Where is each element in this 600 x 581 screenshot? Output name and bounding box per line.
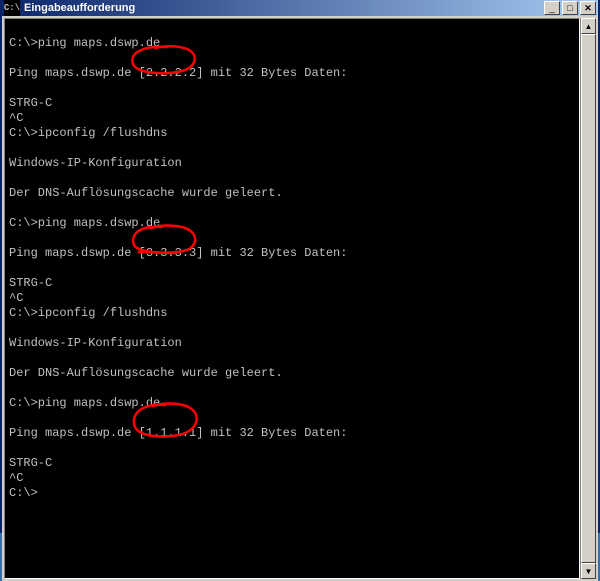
window-title: Eingabeaufforderung — [24, 2, 544, 14]
line: C:\>ipconfig /flushdns — [9, 126, 167, 140]
command-prompt-window: C:\ Eingabeaufforderung _ □ ✕ C:\>ping m… — [0, 0, 600, 533]
scrollbar-thumb[interactable] — [581, 34, 596, 563]
line: Ping maps.dswp.de [1.1.1.1] mit 32 Bytes… — [9, 426, 347, 440]
line: ^C — [9, 471, 23, 485]
line: Der DNS-Auflösungscache wurde geleert. — [9, 366, 283, 380]
line: C:\>ping maps.dswp.de — [9, 396, 160, 410]
line: C:\>ping maps.dswp.de — [9, 216, 160, 230]
line: ^C — [9, 291, 23, 305]
line: C:\>ipconfig /flushdns — [9, 306, 167, 320]
line: STRG-C — [9, 96, 52, 110]
app-icon: C:\ — [4, 0, 20, 16]
line: C:\>ping maps.dswp.de — [9, 36, 160, 50]
line: STRG-C — [9, 456, 52, 470]
line: C:\> — [9, 486, 38, 500]
line: STRG-C — [9, 276, 52, 290]
line: Ping maps.dswp.de [3.3.3.3] mit 32 Bytes… — [9, 246, 347, 260]
scroll-down-button[interactable]: ▼ — [581, 563, 596, 579]
client-area: C:\>ping maps.dswp.de Ping maps.dswp.de … — [2, 16, 598, 581]
line: Der DNS-Auflösungscache wurde geleert. — [9, 186, 283, 200]
line: ^C — [9, 111, 23, 125]
scrollbar-track[interactable] — [581, 34, 596, 563]
line: Ping maps.dswp.de [2.2.2.2] mit 32 Bytes… — [9, 66, 347, 80]
titlebar[interactable]: C:\ Eingabeaufforderung _ □ ✕ — [2, 0, 598, 16]
minimize-button[interactable]: _ — [544, 1, 560, 15]
vertical-scrollbar[interactable]: ▲ ▼ — [580, 18, 596, 579]
console-output[interactable]: C:\>ping maps.dswp.de Ping maps.dswp.de … — [4, 18, 580, 579]
close-button[interactable]: ✕ — [580, 1, 596, 15]
scroll-up-button[interactable]: ▲ — [581, 18, 596, 34]
titlebar-buttons: _ □ ✕ — [544, 1, 596, 15]
line: Windows-IP-Konfiguration — [9, 336, 182, 350]
line: Windows-IP-Konfiguration — [9, 156, 182, 170]
maximize-button[interactable]: □ — [562, 1, 578, 15]
